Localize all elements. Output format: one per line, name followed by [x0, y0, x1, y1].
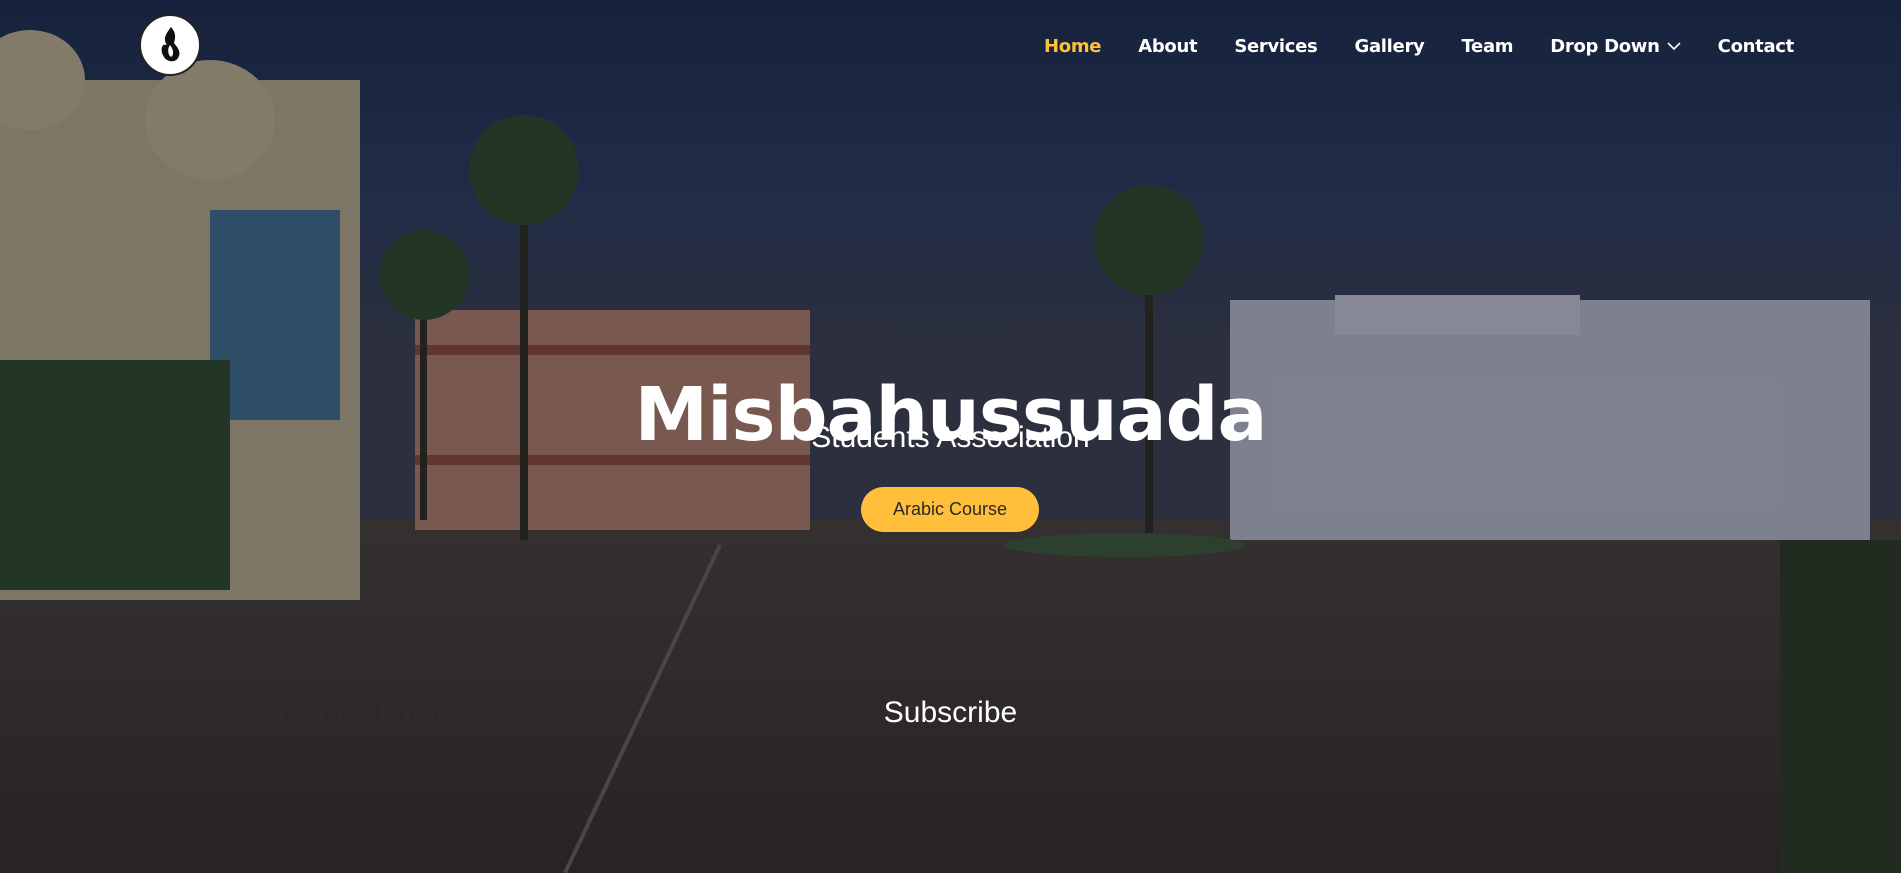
hero-section: Home About Services Gallery Team Drop Do…: [0, 0, 1901, 873]
nav-team[interactable]: Team: [1461, 36, 1513, 57]
nav-home[interactable]: Home: [1044, 36, 1102, 57]
nav-gallery[interactable]: Gallery: [1354, 36, 1424, 57]
main-nav: Home About Services Gallery Team Drop Do…: [1044, 34, 1794, 58]
hero-subtitle: Students Association: [811, 421, 1090, 454]
nav-drop-down[interactable]: Drop Down: [1550, 35, 1681, 57]
chevron-down-icon: [1667, 41, 1681, 51]
arabic-course-button[interactable]: Arabic Course: [861, 487, 1039, 532]
nav-services[interactable]: Services: [1234, 36, 1317, 57]
nav-contact[interactable]: Contact: [1718, 36, 1795, 57]
subscribe-heading: Subscribe: [883, 696, 1018, 729]
nav-about[interactable]: About: [1138, 36, 1197, 57]
flame-logo-icon: [161, 27, 180, 62]
site-logo[interactable]: [139, 14, 201, 76]
site-header: Home About Services Gallery Team Drop Do…: [0, 0, 1901, 92]
nav-drop-down-label: Drop Down: [1550, 35, 1660, 57]
